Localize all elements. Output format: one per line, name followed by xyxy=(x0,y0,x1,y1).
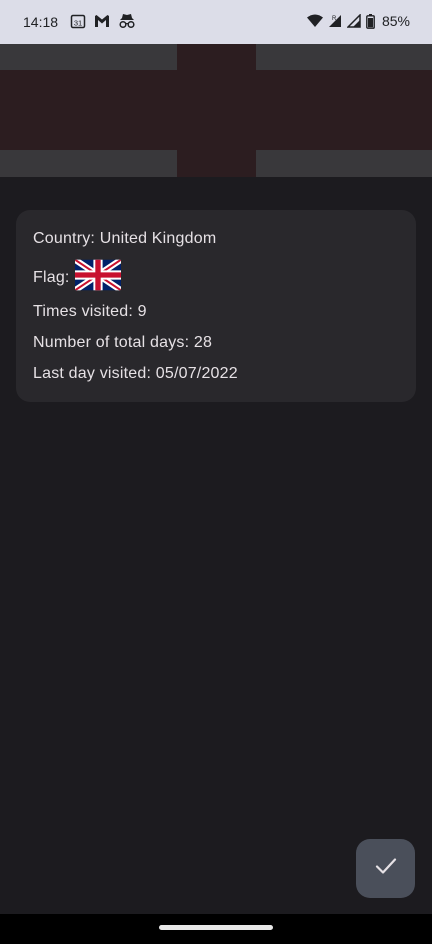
wifi-icon xyxy=(306,14,323,28)
calendar-day: 31 xyxy=(74,19,82,28)
signal-r-icon: R xyxy=(328,14,342,28)
last-visited-text: Last day visited: 05/07/2022 xyxy=(33,365,238,382)
calendar-icon: 31 xyxy=(70,13,86,29)
banner-cross-vertical xyxy=(177,44,256,177)
flag-label: Flag: xyxy=(33,268,70,286)
country-text: Country: United Kingdom xyxy=(33,230,217,247)
status-time: 14:18 xyxy=(23,14,59,30)
times-visited-text: Times visited: 9 xyxy=(33,303,147,320)
svg-text:R: R xyxy=(332,16,337,22)
battery-icon xyxy=(366,13,375,29)
flag-row: Flag: xyxy=(33,258,121,297)
status-bar: 14:18 31 R 85% xyxy=(0,0,432,44)
battery-percent: 85% xyxy=(381,13,410,29)
confirm-fab-button[interactable] xyxy=(356,839,415,898)
notification-icons: 31 xyxy=(70,13,136,29)
system-icons: R 85% xyxy=(306,13,410,29)
country-info-card: Country: United Kingdom Flag: Times visi… xyxy=(16,210,416,402)
total-days-text: Number of total days: 28 xyxy=(33,334,213,351)
incognito-icon xyxy=(118,13,136,29)
gesture-handle[interactable] xyxy=(159,925,273,930)
signal-icon xyxy=(346,14,361,28)
union-jack-flag-icon xyxy=(70,258,121,297)
navigation-bar xyxy=(0,914,432,944)
screen: 14:18 31 R 85% Country: United Kingdom F… xyxy=(0,0,432,944)
check-icon xyxy=(375,857,397,880)
banner-flag xyxy=(0,44,432,177)
gmail-icon xyxy=(94,14,110,28)
